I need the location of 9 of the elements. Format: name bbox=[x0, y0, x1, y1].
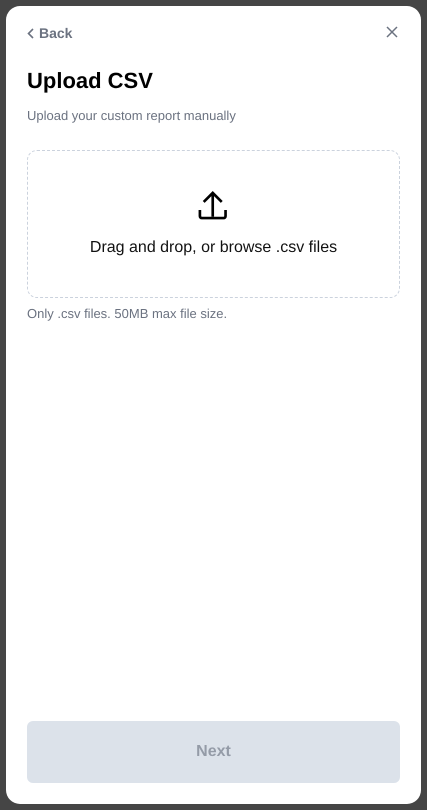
upload-icon bbox=[198, 191, 229, 221]
dropzone-label: Drag and drop, or browse .csv files bbox=[90, 239, 338, 257]
chevron-left-icon bbox=[27, 28, 34, 38]
file-dropzone[interactable]: Drag and drop, or browse .csv files bbox=[27, 150, 400, 298]
close-button[interactable] bbox=[386, 26, 400, 40]
dialog-title: Upload CSV bbox=[27, 68, 154, 94]
dialog-subtitle: Upload your custom report manually bbox=[27, 108, 237, 124]
file-hint: Only .csv files. 50MB max file size. bbox=[27, 306, 228, 321]
back-button[interactable]: Back bbox=[27, 25, 72, 41]
